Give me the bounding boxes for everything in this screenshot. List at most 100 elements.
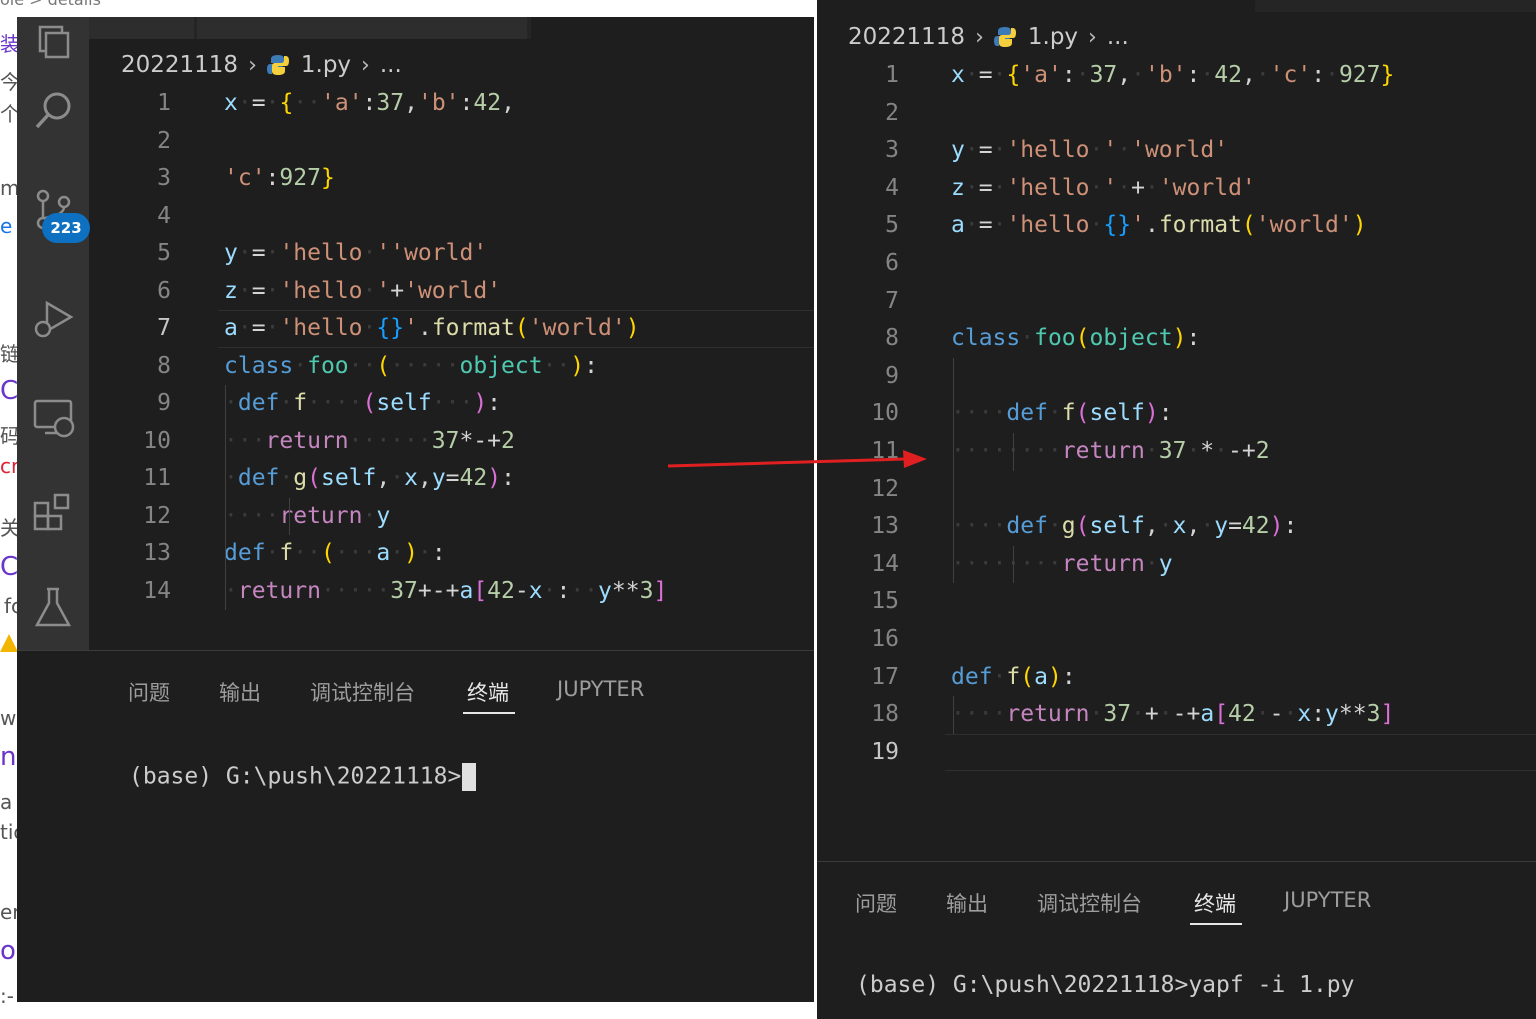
code-token: ( bbox=[362, 390, 377, 416]
code-line[interactable]: 14 ········return·y bbox=[817, 546, 1536, 583]
code-token: · bbox=[1047, 513, 1062, 540]
panel-tab-output[interactable]: 输出 bbox=[946, 888, 988, 918]
editor-window-before: 223 Json 20221118 › 1.py › ... 1x·=·{··'… bbox=[17, 17, 814, 1002]
code-token: return bbox=[279, 502, 363, 529]
code-token: · bbox=[1144, 174, 1159, 201]
code-token: , bbox=[1117, 62, 1132, 88]
bg-fragment: w bbox=[0, 706, 17, 730]
panel-tab-debug-console[interactable]: 调试控制台 bbox=[1037, 888, 1142, 918]
code-line[interactable]: 3 'c':927} bbox=[89, 160, 814, 197]
editor-tab-active[interactable] bbox=[817, 0, 1255, 12]
code-line[interactable]: 3 y·=·'hello·'·'world' bbox=[817, 132, 1536, 169]
code-line[interactable]: 12 ····return·y bbox=[89, 498, 814, 535]
code-token: ' bbox=[404, 315, 418, 341]
panel-tab-terminal[interactable]: 终端 bbox=[1194, 888, 1236, 918]
code-line[interactable]: 7 a·=·'hello·{}'.format('world') bbox=[89, 310, 814, 347]
code-line[interactable]: 13 ····def·g(self,·x,·y=42): bbox=[817, 508, 1536, 545]
editor-tab[interactable] bbox=[89, 17, 194, 39]
code-line[interactable]: 10 ···return······37*-+2 bbox=[89, 423, 814, 460]
code-token: · bbox=[279, 390, 294, 416]
editor-tab-active[interactable] bbox=[531, 17, 814, 39]
code-text: ·def·f····(self···): bbox=[224, 385, 501, 422]
code-text: ····def·f(self): bbox=[951, 395, 1173, 432]
terminal-prompt: (base) G:\push\20221118> bbox=[129, 763, 462, 790]
extensions-icon[interactable] bbox=[17, 483, 89, 539]
code-line[interactable]: 4 bbox=[89, 198, 814, 235]
code-token: ····· bbox=[320, 577, 391, 604]
code-token: · bbox=[1255, 701, 1270, 728]
code-token: y bbox=[224, 240, 238, 266]
code-token: ( bbox=[307, 465, 321, 491]
breadcrumb-file[interactable]: 1.py bbox=[301, 52, 351, 78]
code-line[interactable]: 8 class·foo(object): bbox=[817, 320, 1536, 357]
code-editor[interactable]: 1 x·=·{'a':·37,·'b':·42,·'c':·927} 2 3 y·=·'… bbox=[817, 57, 1536, 787]
code-line[interactable]: 14 ·return·····37+-+a[42-x·:··y**3] bbox=[89, 573, 814, 610]
breadcrumb-folder[interactable]: 20221118 bbox=[121, 52, 238, 78]
code-line[interactable]: 11 ········return·37·*·-+2 bbox=[817, 433, 1536, 470]
panel-tab-jupyter[interactable]: JUPYTER bbox=[1284, 888, 1371, 912]
code-token: 37 bbox=[1103, 701, 1132, 728]
terminal[interactable]: (base) G:\push\20221118> bbox=[129, 763, 477, 791]
code-line[interactable]: 12 bbox=[817, 471, 1536, 508]
remote-explorer-icon[interactable] bbox=[17, 389, 89, 445]
breadcrumb-more[interactable]: ... bbox=[1107, 24, 1129, 50]
explorer-icon[interactable] bbox=[17, 17, 89, 73]
code-token: 42 bbox=[487, 577, 515, 604]
code-line[interactable]: 2 bbox=[817, 95, 1536, 132]
code-token: ** bbox=[611, 577, 640, 604]
breadcrumb-file[interactable]: 1.py bbox=[1028, 24, 1078, 50]
code-line[interactable]: 1 x·=·{'a':·37,·'b':·42,·'c':·927} bbox=[817, 57, 1536, 94]
code-line[interactable]: 19 bbox=[817, 734, 1536, 771]
code-token: . bbox=[1144, 212, 1159, 239]
panel-tab-jupyter[interactable]: JUPYTER bbox=[557, 677, 644, 701]
code-line[interactable]: 2 bbox=[89, 123, 814, 160]
panel-tab-problems[interactable]: 问题 bbox=[855, 888, 897, 918]
code-line[interactable]: 1 x·=·{··'a':37,'b':42, bbox=[89, 85, 814, 122]
code-line[interactable]: 9 ·def·f····(self···): bbox=[89, 385, 814, 422]
code-token: ········ bbox=[951, 438, 1062, 464]
breadcrumb-more[interactable]: ... bbox=[380, 52, 402, 78]
code-token: 'world' bbox=[404, 277, 502, 304]
breadcrumb: 20221118 › 1.py › ... bbox=[121, 50, 402, 80]
search-icon[interactable] bbox=[17, 83, 89, 139]
code-line[interactable]: 6 z·=·'hello·'+'world' bbox=[89, 273, 814, 310]
terminal[interactable]: (base) G:\push\20221118>yapf -i 1.py bbox=[856, 972, 1355, 998]
panel-tab-problems[interactable]: 问题 bbox=[128, 677, 170, 707]
code-token: · bbox=[1131, 62, 1145, 88]
code-line[interactable]: 17 def·f(a): bbox=[817, 659, 1536, 696]
python-file-icon bbox=[266, 54, 289, 76]
code-editor[interactable]: 1 x·=·{··'a':37,'b':42, 2 3'c':927} 4 5 y·=·'h… bbox=[89, 85, 814, 645]
code-line[interactable]: 13 def·f··(···a·)·: bbox=[89, 535, 814, 572]
code-line[interactable]: 16 bbox=[817, 621, 1536, 658]
code-line[interactable]: 5 y·=·'hello·''world' bbox=[89, 235, 814, 272]
line-number: 14 bbox=[871, 550, 899, 577]
code-token: 2 bbox=[500, 427, 515, 454]
code-line[interactable]: 15 bbox=[817, 583, 1536, 620]
code-line[interactable]: 4 z·=·'hello·'·+·'world' bbox=[817, 170, 1536, 207]
code-line[interactable]: 11 ·def·g(self,·x,y=42): bbox=[89, 460, 814, 497]
code-line[interactable]: 10 ····def·f(self): bbox=[817, 395, 1536, 432]
code-token: ] bbox=[1380, 701, 1395, 728]
code-line[interactable]: 9 bbox=[817, 358, 1536, 395]
code-token: ' bbox=[1103, 174, 1118, 201]
code-line[interactable]: 7 bbox=[817, 283, 1536, 320]
code-line[interactable]: 5 a·=·'hello·{}'.format('world') bbox=[817, 207, 1536, 244]
panel-tab-terminal[interactable]: 终端 bbox=[467, 677, 509, 707]
code-line[interactable]: 18 ····return·37·+·-+a[42·-·x:y**3] bbox=[817, 696, 1536, 733]
line-number: 18 bbox=[871, 701, 899, 728]
code-token: y bbox=[376, 502, 391, 529]
code-line[interactable]: 6 bbox=[817, 245, 1536, 282]
code-token: : bbox=[584, 352, 598, 379]
code-line[interactable]: 8 class·foo··(·····object··): bbox=[89, 348, 814, 385]
code-token: · bbox=[224, 465, 238, 491]
panel-tab-debug-console[interactable]: 调试控制台 bbox=[310, 677, 415, 707]
testing-icon[interactable] bbox=[17, 579, 89, 635]
breadcrumb-folder[interactable]: 20221118 bbox=[848, 24, 965, 50]
run-debug-icon[interactable] bbox=[17, 291, 89, 347]
code-token: a bbox=[1200, 701, 1215, 728]
code-token: x bbox=[951, 62, 965, 88]
editor-tab[interactable] bbox=[197, 17, 527, 39]
code-token: · bbox=[1089, 212, 1104, 239]
code-token: * bbox=[1200, 438, 1215, 464]
panel-tab-output[interactable]: 输出 bbox=[219, 677, 261, 707]
